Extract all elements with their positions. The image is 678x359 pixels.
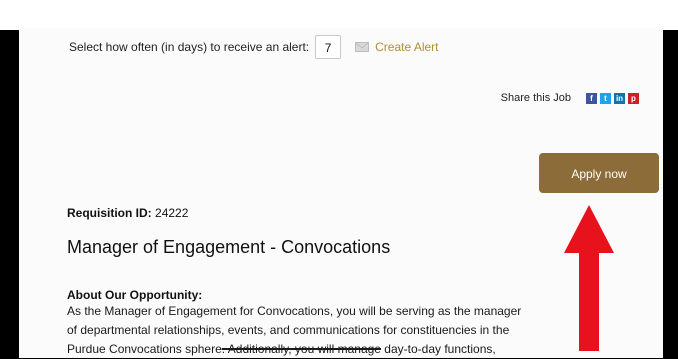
alert-days-input[interactable]: 7 bbox=[315, 35, 342, 59]
envelope-icon bbox=[355, 42, 370, 52]
description-line: Purdue Convocations sphere. Additionally… bbox=[67, 340, 647, 359]
twitter-icon[interactable]: t bbox=[600, 92, 611, 104]
facebook-icon[interactable]: f bbox=[586, 92, 597, 104]
pinterest-icon[interactable]: p bbox=[628, 92, 639, 104]
description-line: As the Manager of Engagement for Convoca… bbox=[67, 304, 522, 318]
requisition-row: Requisition ID: 24222 bbox=[67, 206, 188, 220]
apply-now-button[interactable]: Apply now bbox=[539, 153, 659, 193]
linkedin-icon[interactable]: in bbox=[614, 92, 625, 104]
struck-through-text: . Additionally, you will manage bbox=[221, 342, 381, 356]
job-posting-page: Select how often (in days) to receive an… bbox=[19, 28, 663, 358]
alert-frequency-label: Select how often (in days) to receive an… bbox=[69, 40, 310, 54]
screenshot-frame: Select how often (in days) to receive an… bbox=[0, 0, 678, 358]
description-line: of departmental relationships, events, a… bbox=[67, 323, 510, 337]
alert-frequency-row: Select how often (in days) to receive an… bbox=[69, 34, 439, 60]
share-job-row: Share this Job f t in p bbox=[501, 92, 639, 104]
requisition-label: Requisition ID: bbox=[67, 206, 152, 220]
opportunity-heading: About Our Opportunity: bbox=[67, 288, 203, 302]
share-job-label: Share this Job bbox=[500, 92, 571, 104]
description-text: day-to-day functions, bbox=[380, 342, 496, 356]
job-title: Manager of Engagement - Convocations bbox=[67, 237, 391, 257]
top-band bbox=[0, 0, 678, 30]
create-alert-label: Create Alert bbox=[375, 40, 439, 54]
description-text: Purdue Convocations sphere bbox=[67, 342, 222, 356]
create-alert-link[interactable]: Create Alert bbox=[355, 40, 439, 54]
requisition-value: 24222 bbox=[155, 206, 189, 220]
opportunity-description: As the Manager of Engagement for Convoca… bbox=[67, 302, 647, 359]
